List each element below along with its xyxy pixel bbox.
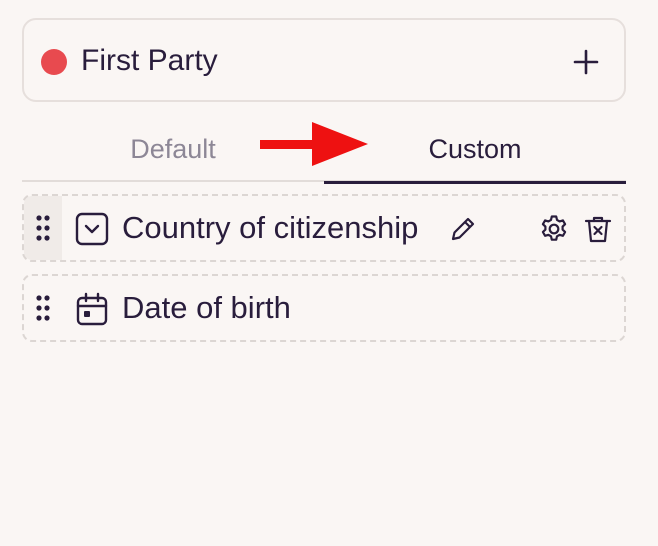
field-row-country-of-citizenship[interactable]: Country of citizenship [22, 194, 626, 262]
party-fields-panel: First Party Default Custom Country of ci… [0, 0, 658, 546]
field-label: Date of birth [122, 290, 291, 325]
tab-custom-label: Custom [428, 134, 522, 164]
red-arrow-icon [260, 122, 368, 166]
drag-dots-icon [36, 295, 50, 321]
drag-handle[interactable] [24, 196, 62, 260]
dropdown-select-icon [75, 212, 109, 246]
edit-pencil-icon[interactable] [448, 214, 478, 244]
party-color-dot [41, 49, 67, 75]
party-header-card: First Party [22, 18, 626, 102]
plus-icon [573, 49, 599, 75]
drag-dots-icon [36, 215, 50, 241]
calendar-icon [76, 292, 108, 326]
add-field-button[interactable] [566, 42, 606, 82]
tab-default-label: Default [130, 134, 216, 164]
field-label: Country of citizenship [122, 210, 419, 245]
party-name: First Party [81, 44, 218, 77]
gear-icon[interactable] [538, 213, 570, 245]
field-row-date-of-birth[interactable]: Date of birth [22, 274, 626, 342]
drag-handle[interactable] [24, 276, 62, 340]
active-tab-underline [324, 181, 626, 184]
trash-icon[interactable] [582, 213, 614, 245]
